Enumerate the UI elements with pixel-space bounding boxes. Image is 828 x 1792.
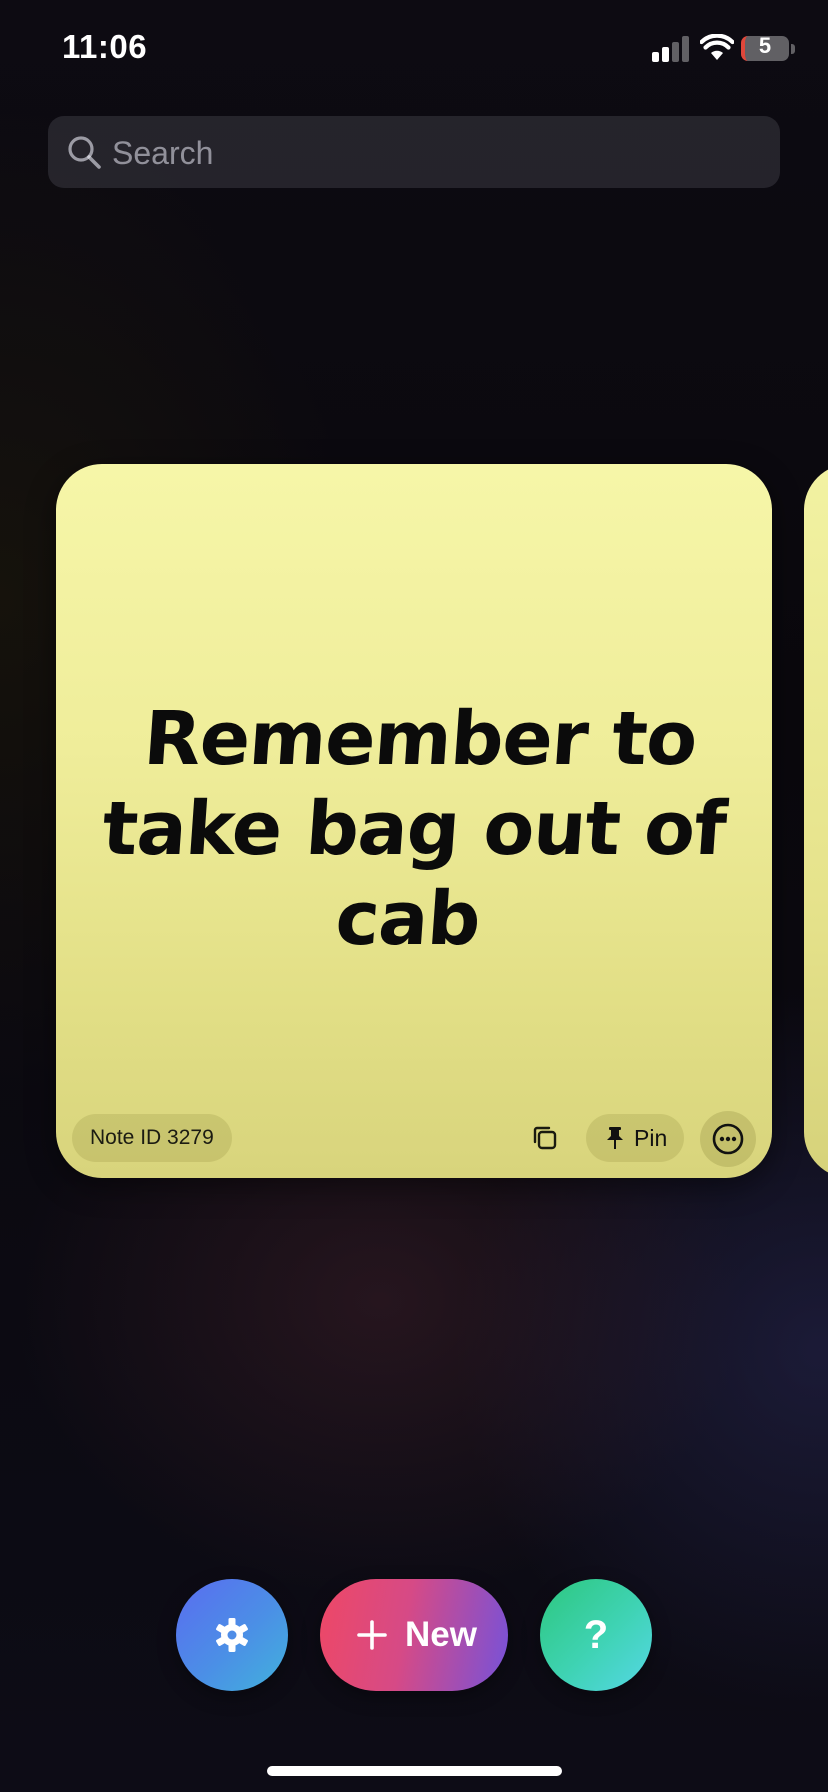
help-button[interactable]: ? bbox=[540, 1579, 652, 1691]
copy-icon bbox=[533, 1126, 557, 1150]
ellipsis-circle-icon bbox=[712, 1123, 744, 1155]
cellular-signal-icon bbox=[652, 36, 692, 62]
pin-icon bbox=[607, 1127, 623, 1149]
note-card[interactable]: Remember to take bag out of cab Note ID … bbox=[56, 464, 772, 1178]
status-time: 11:06 bbox=[62, 28, 148, 65]
battery-level: 5 bbox=[758, 33, 772, 58]
copy-button[interactable] bbox=[522, 1115, 568, 1161]
search-bar[interactable] bbox=[48, 116, 780, 190]
app-screen: 11:06 5 Remember to take bag out of cab … bbox=[0, 0, 828, 1792]
search-icon bbox=[68, 136, 101, 169]
search-input[interactable] bbox=[110, 116, 754, 190]
wifi-icon bbox=[700, 34, 734, 60]
next-note-card-peek[interactable] bbox=[804, 464, 828, 1178]
home-indicator[interactable] bbox=[267, 1766, 562, 1776]
help-button-label: ? bbox=[583, 1613, 609, 1657]
new-note-button[interactable]: New bbox=[320, 1579, 508, 1691]
more-options-button[interactable] bbox=[700, 1111, 756, 1167]
settings-button[interactable] bbox=[176, 1579, 288, 1691]
pin-label: Pin bbox=[634, 1125, 668, 1151]
status-bar: 11:06 5 bbox=[0, 0, 828, 100]
plus-icon bbox=[357, 1620, 387, 1650]
note-id-badge: Note ID 3279 bbox=[72, 1114, 232, 1162]
battery-cap bbox=[791, 44, 795, 54]
gear-icon bbox=[216, 1618, 248, 1652]
new-button-label: New bbox=[405, 1615, 477, 1654]
note-text[interactable]: Remember to take bag out of cab bbox=[87, 694, 742, 964]
pin-button[interactable]: Pin bbox=[586, 1114, 684, 1162]
